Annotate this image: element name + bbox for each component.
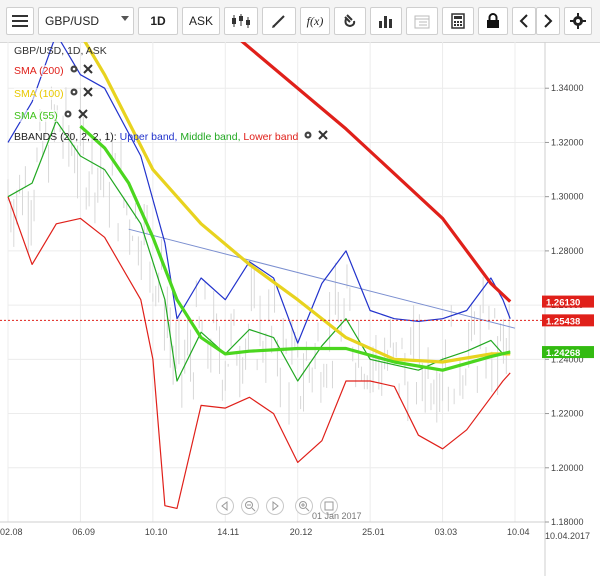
interval-label: 1D [150,14,166,28]
x-tick-label: 20.12 [290,527,313,537]
x-tick-label: 10.04 [507,527,530,537]
x-tick-label: 03.03 [435,527,458,537]
chart-type-button[interactable] [224,7,258,35]
zoom-out-button[interactable] [241,497,259,515]
pencil-icon [272,15,285,28]
time-axis[interactable]: 02.08 06.09 10.10 14.11 20.12 25.01 03.03 10.04 [0,527,530,537]
calendar-icon [414,15,430,29]
y-tick-label: 1.18000 [551,517,584,527]
y-tick-label: 1.32000 [551,137,584,147]
legend-sma100[interactable]: SMA (100) [14,87,94,101]
zoom-out-icon [245,501,256,512]
pan-left-button[interactable] [216,497,234,515]
triangle-left-icon [221,500,228,512]
bar-chart-button[interactable] [370,7,402,35]
indicators-button[interactable]: f(x) [300,7,330,35]
legend-sma55-label: SMA (55) [14,109,58,122]
candlestick-icon [232,14,250,28]
chart-title: GBP/USD, 1D, ASK [14,45,107,57]
triangle-right-icon [272,500,279,512]
close-icon[interactable] [318,130,328,144]
close-icon[interactable] [83,87,94,101]
legend-bbands-prefix: BBANDS (20, 2, 2, 1): [14,130,120,143]
x-tick-label: 06.09 [72,527,95,537]
y-tick-label: 1.22000 [551,409,584,419]
legend-bb-upper: Upper band, [119,130,178,143]
chevron-left-icon [519,14,528,28]
price-tag-label: 1.26130 [546,298,580,309]
calculator-button[interactable] [442,7,474,35]
magnet-button[interactable] [334,7,366,35]
legend-sma200[interactable]: SMA (200) [14,64,94,78]
price-tag-label: 1.24268 [546,348,580,359]
chevron-down-icon [121,16,129,21]
calendar-button[interactable] [406,7,438,35]
pan-right-button[interactable] [266,497,284,515]
scroll-back-button[interactable] [512,7,536,35]
gear-icon [570,13,586,29]
menu-button[interactable] [6,7,34,35]
drawing-tool-button[interactable] [262,7,296,35]
zoom-in-icon [299,501,310,512]
legend-sma200-label: SMA (200) [14,64,64,77]
gear-icon[interactable] [69,87,79,101]
close-icon[interactable] [83,64,94,78]
bar-chart-icon [379,16,392,28]
x-tick-label: 25.01 [362,527,385,537]
y-tick-label: 1.28000 [551,246,584,256]
price-chart[interactable]: 1.180001.200001.220001.240001.260001.280… [0,42,600,576]
hamburger-icon [12,15,28,27]
y-tick-label: 1.30000 [551,192,584,202]
price-type-button[interactable]: ASK [182,7,220,35]
fx-label: f(x) [306,13,324,28]
calculator-icon [451,13,465,29]
legend-sma55[interactable]: SMA (55) [14,109,88,123]
price-tag-label: 1.25438 [546,316,580,327]
legend-bb-middle: Middle band, [180,130,241,143]
legend-bb-lower: Lower band [243,130,299,143]
bb-lower-line [7,196,511,509]
date-marker: 01 Jan 2017 [312,511,362,521]
last-date-label: 10.04.2017 [545,531,591,541]
x-tick-label: 14.11 [217,527,239,537]
x-tick-label: 10.10 [145,527,168,537]
zoom-in-button[interactable] [295,497,313,515]
interval-button[interactable]: 1D [138,7,178,35]
y-tick-label: 1.34000 [551,83,584,93]
magnet-icon [344,14,356,28]
gear-icon[interactable] [63,109,73,123]
y-tick-label: 1.20000 [551,463,584,473]
symbol-selector[interactable]: GBP/USD [38,7,134,35]
legend-sma100-label: SMA (100) [14,87,64,100]
scroll-forward-button[interactable] [536,7,560,35]
legend-bbands[interactable]: BBANDS (20, 2, 2, 1): Upper band, Middle… [14,130,328,144]
settings-button[interactable] [564,7,592,35]
price-type-label: ASK [188,14,213,28]
symbol-label: GBP/USD [45,14,100,28]
lock-button[interactable] [478,7,508,35]
x-tick-label: 02.08 [0,527,23,537]
gear-icon[interactable] [303,130,313,144]
gear-icon[interactable] [69,64,79,78]
lock-icon [487,13,499,28]
toolbar: GBP/USD 1D ASK f(x) [0,0,600,43]
price-tags: 1.26130 1.25438 1.24268 [542,295,594,359]
close-icon[interactable] [77,109,88,123]
chevron-right-icon [544,14,553,28]
